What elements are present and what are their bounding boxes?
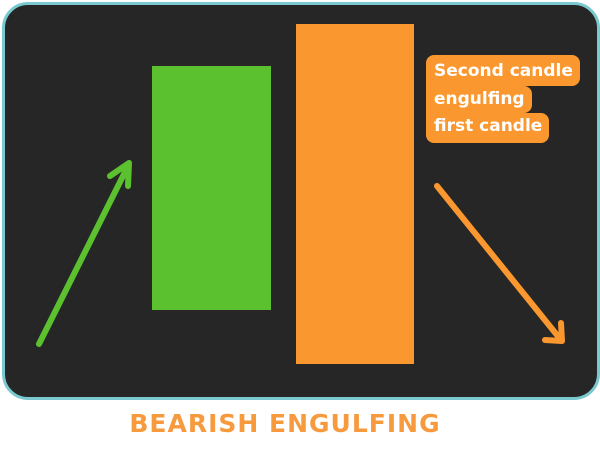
callout-line-3: first candle [426, 113, 550, 143]
callout-line-1: Second candle [426, 55, 580, 86]
callout-line-2: engulfing [426, 86, 532, 113]
diagram-title: BEARISH ENGULFING [129, 409, 441, 438]
second-candle [296, 24, 414, 364]
first-candle [152, 66, 271, 310]
callout-box: Second candle engulfing first candle [426, 55, 580, 143]
